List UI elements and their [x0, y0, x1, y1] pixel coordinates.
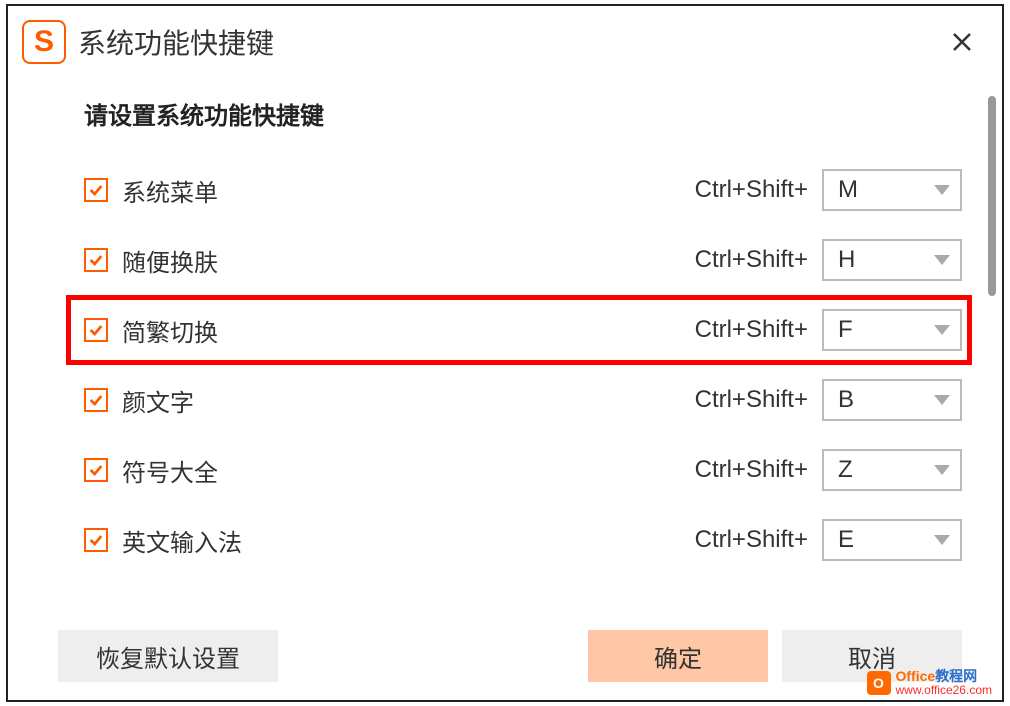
- shortcut-row: 简繁切换 Ctrl+Shift+ F: [66, 295, 972, 365]
- check-icon: [88, 182, 104, 198]
- shortcut-key-value: H: [838, 246, 926, 274]
- shortcut-modifier: Ctrl+Shift+: [695, 386, 808, 414]
- shortcut-key-select[interactable]: E: [822, 519, 962, 561]
- check-icon: [88, 532, 104, 548]
- shortcut-modifier: Ctrl+Shift+: [695, 176, 808, 204]
- watermark-url: www.office26.com: [896, 684, 993, 698]
- watermark-brand: Office教程网: [896, 668, 993, 684]
- restore-defaults-button[interactable]: 恢复默认设置: [58, 630, 278, 682]
- chevron-down-icon: [934, 255, 950, 265]
- shortcut-row: 符号大全 Ctrl+Shift+ Z: [84, 435, 962, 505]
- ok-button[interactable]: 确定: [588, 630, 768, 682]
- shortcut-key-select[interactable]: Z: [822, 449, 962, 491]
- shortcut-label: 系统菜单: [122, 173, 681, 208]
- shortcut-checkbox[interactable]: [84, 458, 108, 482]
- dialog-subtitle: 请设置系统功能快捷键: [84, 96, 1002, 131]
- watermark: O Office教程网 www.office26.com: [867, 668, 993, 698]
- shortcut-modifier: Ctrl+Shift+: [695, 526, 808, 554]
- shortcut-key-value: F: [838, 316, 926, 344]
- shortcut-row: 随便换肤 Ctrl+Shift+ H: [84, 225, 962, 295]
- shortcut-list: 系统菜单 Ctrl+Shift+ M 随便换肤 Ctrl+Shift+ H 简繁切换 Ctrl…: [8, 155, 1002, 575]
- chevron-down-icon: [934, 535, 950, 545]
- app-icon: S: [22, 20, 66, 64]
- check-icon: [88, 322, 104, 338]
- shortcut-row: 颜文字 Ctrl+Shift+ B: [84, 365, 962, 435]
- dialog-footer: 恢复默认设置 确定 取消: [8, 630, 1002, 682]
- shortcut-key-select[interactable]: M: [822, 169, 962, 211]
- shortcut-key-value: M: [838, 176, 926, 204]
- shortcut-modifier: Ctrl+Shift+: [695, 456, 808, 484]
- shortcut-key-select[interactable]: B: [822, 379, 962, 421]
- chevron-down-icon: [934, 395, 950, 405]
- check-icon: [88, 462, 104, 478]
- shortcut-key-value: B: [838, 386, 926, 414]
- close-button[interactable]: [942, 22, 982, 62]
- shortcut-row: 系统菜单 Ctrl+Shift+ M: [84, 155, 962, 225]
- watermark-icon: O: [867, 671, 891, 695]
- shortcut-label: 随便换肤: [122, 243, 681, 278]
- shortcut-label: 颜文字: [122, 383, 681, 418]
- shortcut-checkbox[interactable]: [84, 248, 108, 272]
- check-icon: [88, 252, 104, 268]
- shortcut-modifier: Ctrl+Shift+: [695, 316, 808, 344]
- shortcut-row: 英文输入法 Ctrl+Shift+ E: [84, 505, 962, 575]
- shortcut-modifier: Ctrl+Shift+: [695, 246, 808, 274]
- shortcut-label: 符号大全: [122, 453, 681, 488]
- shortcut-label: 英文输入法: [122, 523, 681, 558]
- shortcut-key-select[interactable]: H: [822, 239, 962, 281]
- chevron-down-icon: [934, 465, 950, 475]
- shortcut-checkbox[interactable]: [84, 318, 108, 342]
- scrollbar-thumb[interactable]: [988, 96, 996, 296]
- title-bar: S 系统功能快捷键: [8, 6, 1002, 72]
- shortcut-checkbox[interactable]: [84, 388, 108, 412]
- shortcut-checkbox[interactable]: [84, 528, 108, 552]
- check-icon: [88, 392, 104, 408]
- close-icon: [950, 30, 974, 54]
- app-icon-letter: S: [34, 25, 54, 59]
- dialog-title: 系统功能快捷键: [78, 22, 930, 62]
- shortcut-key-select[interactable]: F: [822, 309, 962, 351]
- dialog-window: S 系统功能快捷键 请设置系统功能快捷键 系统菜单 Ctrl+Shift+ M 随便换…: [6, 4, 1004, 702]
- chevron-down-icon: [934, 185, 950, 195]
- shortcut-key-value: Z: [838, 456, 926, 484]
- shortcut-checkbox[interactable]: [84, 178, 108, 202]
- shortcut-key-value: E: [838, 526, 926, 554]
- chevron-down-icon: [934, 325, 950, 335]
- shortcut-label: 简繁切换: [122, 313, 681, 348]
